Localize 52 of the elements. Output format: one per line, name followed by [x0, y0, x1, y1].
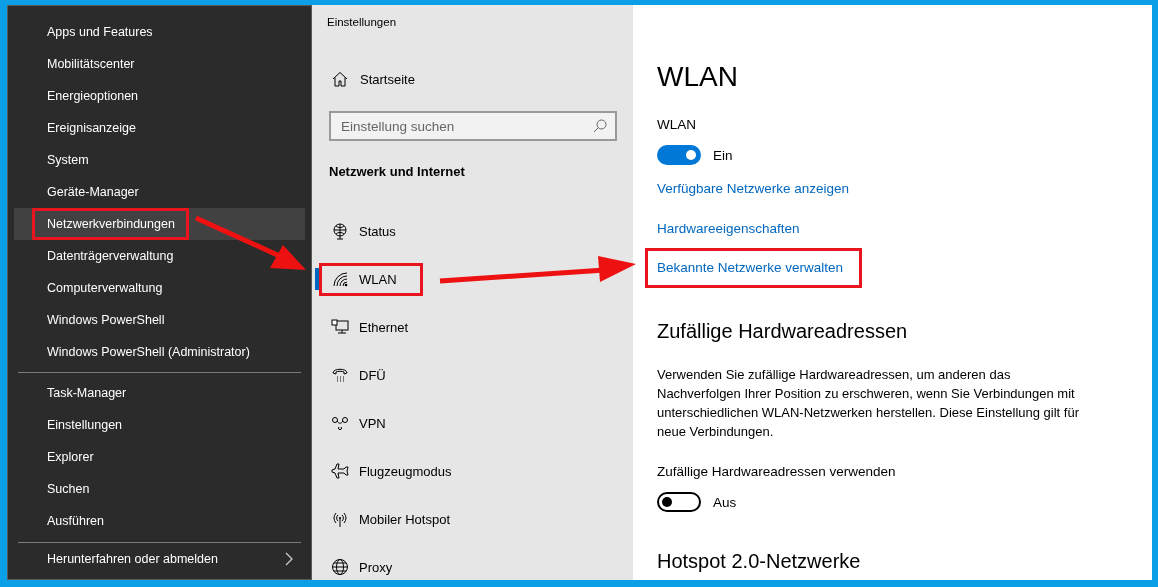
nav-item[interactable]: VPN: [312, 399, 633, 447]
menu-item[interactable]: System: [14, 144, 305, 176]
nav-item[interactable]: WLAN: [312, 255, 633, 303]
linked-rings-icon: [331, 414, 349, 432]
menu-item[interactable]: Netzwerkverbindungen: [14, 208, 305, 240]
airplane-icon: [331, 462, 349, 480]
menu-item[interactable]: Windows PowerShell: [14, 304, 305, 336]
menu-item[interactable]: Apps und Features: [14, 16, 305, 48]
globe-icon: [331, 558, 349, 576]
antenna-icon: [331, 510, 349, 528]
menu-item[interactable]: Ausführen: [14, 505, 305, 537]
menu-item[interactable]: Datenträgerverwaltung: [14, 240, 305, 272]
menu-item[interactable]: Windows PowerShell (Administrator): [14, 336, 305, 368]
link[interactable]: Hardwareeigenschaften: [657, 219, 800, 239]
menu-item[interactable]: Task-Manager: [14, 377, 305, 409]
nav-item[interactable]: Ethernet: [312, 303, 633, 351]
menu-item[interactable]: Einstellungen: [14, 409, 305, 441]
telephone-icon: [331, 366, 349, 384]
menu-item[interactable]: Ereignisanzeige: [14, 112, 305, 144]
link[interactable]: Verfügbare Netzwerke anzeigen: [657, 179, 850, 199]
monitor-icon: [331, 318, 349, 336]
toggle-switch[interactable]: [657, 145, 701, 165]
menu-item[interactable]: Computerverwaltung: [14, 272, 305, 304]
nav-item[interactable]: Mobiler Hotspot: [312, 495, 633, 543]
setting-label: WLAN: [657, 116, 697, 134]
nav-item[interactable]: Flugzeugmodus: [312, 447, 633, 495]
window-title: Einstellungen: [327, 15, 398, 30]
section-heading: Hotspot 2.0-Netzwerke: [657, 549, 862, 574]
nav-item[interactable]: Proxy: [312, 543, 633, 587]
link[interactable]: Bekannte Netzwerke verwalten: [657, 258, 844, 278]
description-text: Verwenden Sie zufällige Hardwareadressen, um anderen das Nachverfolgen Ihrer Position zu erschweren, wenn Sie Verbindungen mit unterschiedlichen WLAN-Netzwerken herstellen. Diese Einstellung gilt für neue Verbindungen.: [657, 366, 1080, 441]
home-icon: [332, 71, 348, 87]
menu-item[interactable]: Geräte-Manager: [14, 176, 305, 208]
menu-item[interactable]: Mobilitätscenter: [14, 48, 305, 80]
wifi-icon: [331, 270, 349, 288]
section-heading: Netzwerk und Internet: [329, 163, 466, 181]
menu-item[interactable]: Herunterfahren oder abmelden: [14, 543, 305, 575]
globe-monitor-icon: [331, 222, 349, 240]
nav-item[interactable]: Status: [312, 207, 633, 255]
nav-item[interactable]: Startseite: [329, 59, 633, 99]
toggle-state: Aus: [713, 494, 737, 510]
toggle-state: Ein: [713, 147, 733, 163]
search-icon: [593, 119, 607, 133]
menu-item[interactable]: Explorer: [14, 441, 305, 473]
nav-item[interactable]: DFÜ: [312, 351, 633, 399]
menu-item[interactable]: Energieoptionen: [14, 80, 305, 112]
setting-label: Zufällige Hardwareadressen verwenden: [657, 463, 897, 481]
section-heading: Zufällige Hardwareadressen: [657, 319, 909, 344]
search-field[interactable]: Einstellung suchen: [329, 111, 617, 141]
menu-item[interactable]: Suchen: [14, 473, 305, 505]
toggle-switch[interactable]: [657, 492, 701, 512]
page-title: WLAN: [657, 60, 739, 94]
